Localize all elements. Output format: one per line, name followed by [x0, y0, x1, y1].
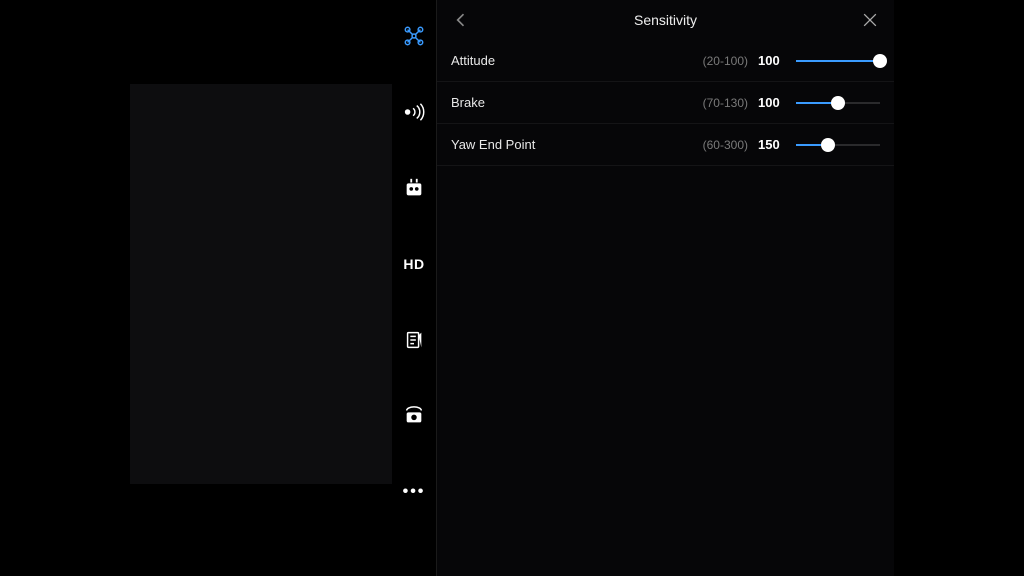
video-preview	[130, 84, 392, 484]
settings-header: Sensitivity	[437, 0, 894, 40]
settings-pane: Sensitivity Attitude (20-100) 100 Brake …	[437, 0, 894, 576]
settings-rows: Attitude (20-100) 100 Brake (70-130) 100…	[437, 40, 894, 166]
setting-value: 150	[758, 137, 788, 152]
slider-brake[interactable]	[796, 95, 880, 111]
back-button[interactable]	[451, 10, 471, 30]
clipboard-icon	[403, 329, 425, 351]
drone-icon	[403, 25, 425, 47]
setting-range: (20-100)	[703, 54, 748, 68]
slider-yaw[interactable]	[796, 137, 880, 153]
settings-nav: HD •••	[392, 0, 436, 576]
setting-row-brake: Brake (70-130) 100	[437, 82, 894, 124]
slider-attitude[interactable]	[796, 53, 880, 69]
signal-icon	[403, 101, 425, 123]
close-button[interactable]	[860, 10, 880, 30]
page-title: Sensitivity	[634, 12, 697, 28]
nav-drone[interactable]	[402, 24, 426, 48]
hd-icon: HD	[403, 256, 424, 272]
chevron-left-icon	[451, 10, 471, 30]
more-icon: •••	[403, 483, 426, 501]
setting-value: 100	[758, 95, 788, 110]
nav-more[interactable]: •••	[402, 480, 426, 504]
camera-icon	[403, 405, 425, 427]
nav-gimbal[interactable]	[402, 404, 426, 428]
nav-controller[interactable]	[402, 176, 426, 200]
setting-range: (70-130)	[703, 96, 748, 110]
setting-row-attitude: Attitude (20-100) 100	[437, 40, 894, 82]
setting-row-yaw: Yaw End Point (60-300) 150	[437, 124, 894, 166]
controller-icon	[403, 177, 425, 199]
setting-label: Yaw End Point	[451, 137, 535, 152]
setting-range: (60-300)	[703, 138, 748, 152]
setting-value: 100	[758, 53, 788, 68]
nav-battery[interactable]	[402, 328, 426, 352]
nav-hd[interactable]: HD	[402, 252, 426, 276]
setting-label: Brake	[451, 95, 485, 110]
nav-signal[interactable]	[402, 100, 426, 124]
setting-label: Attitude	[451, 53, 495, 68]
close-icon	[860, 10, 880, 30]
